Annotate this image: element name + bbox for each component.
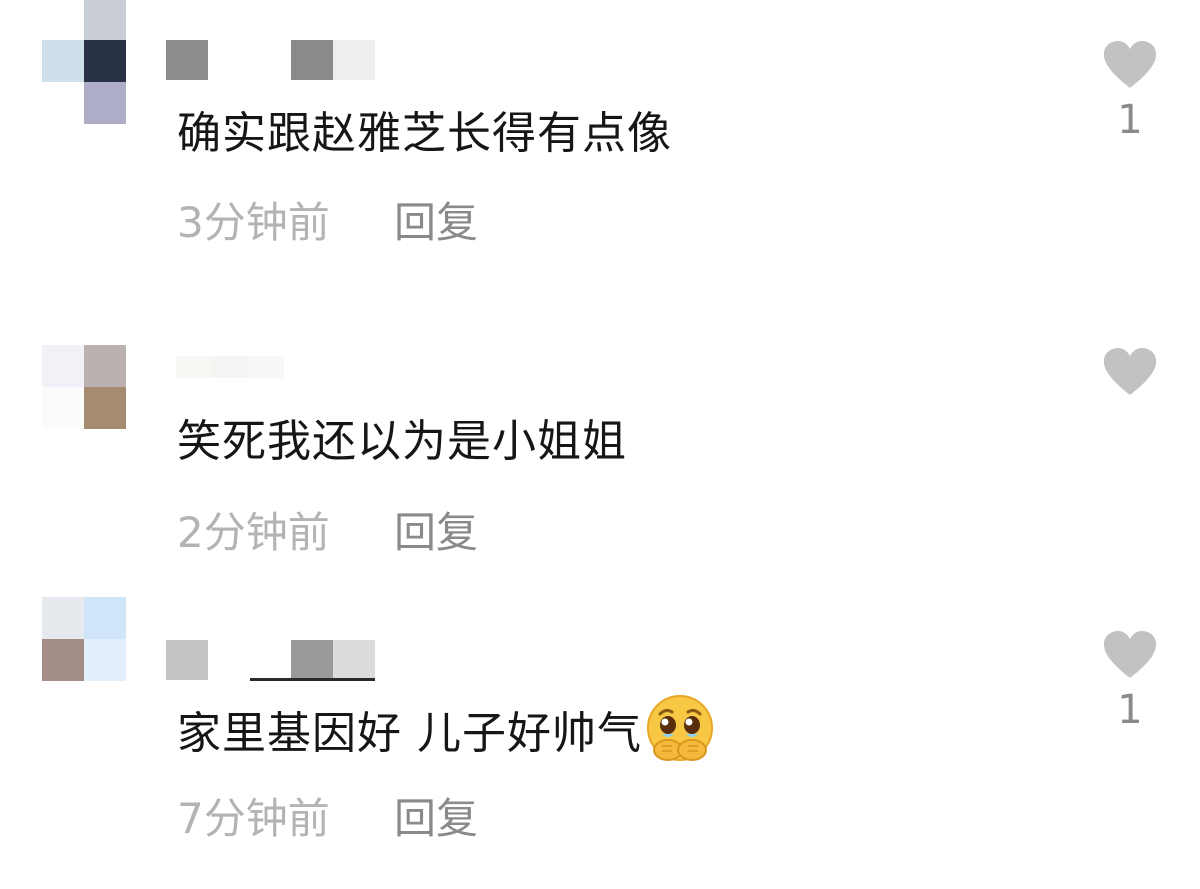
avatar-tile [84,387,126,429]
avatar-tile [42,639,84,681]
username-block [176,356,212,378]
avatar-tile [84,639,126,681]
reply-button[interactable]: 回复 [394,798,478,840]
like-count: 1 [1117,97,1143,143]
comment-meta: 7分钟前 回复 [177,798,478,840]
comment-time: 2分钟前 [177,508,330,557]
username-block [212,356,248,378]
comment-text: 家里基因好 儿子好帅气 [177,695,716,772]
avatar[interactable] [42,345,126,429]
avatar-tile [42,82,84,124]
avatar-tile [42,597,84,639]
username-block [248,356,284,378]
reply-button[interactable]: 回复 [394,202,478,244]
avatar-tile [42,345,84,387]
username-mosaic[interactable] [166,356,286,396]
comment-text: 笑死我还以为是小姐姐 [177,416,627,467]
heart-icon [1103,631,1157,678]
avatar-tile [42,387,84,429]
avatar[interactable] [42,40,126,124]
heart-icon [1103,348,1157,395]
crying-hands-emoji-icon [647,695,713,761]
reply-button[interactable]: 回复 [394,512,478,554]
avatar-tile [84,345,126,387]
heart-icon [1103,41,1157,88]
username-block [166,640,208,680]
username-underline [250,678,375,681]
username-block [333,40,375,80]
avatar-top-strip [84,0,126,40]
like-button[interactable] [1102,347,1158,407]
username-block [166,40,208,80]
avatar-tile [42,40,84,82]
avatar-tile [84,40,126,82]
avatar[interactable] [42,597,126,681]
username-block [291,40,333,80]
like-button[interactable]: 1 [1102,40,1158,140]
username-block [291,640,333,680]
comment-time: 3分钟前 [177,198,330,247]
avatar-tile [84,82,126,124]
like-count: 1 [1117,687,1143,733]
avatar-tile [84,597,126,639]
username-block [333,640,375,680]
comment-meta: 2分钟前 回复 [177,512,478,554]
comment-text: 确实跟赵雅芝长得有点像 [177,108,672,159]
comment-text-content: 家里基因好 儿子好帅气 [177,708,642,759]
comment-time: 7分钟前 [177,794,330,843]
comment-meta: 3分钟前 回复 [177,202,478,244]
like-button[interactable]: 1 [1102,630,1158,730]
username-mosaic[interactable] [166,640,386,681]
username-mosaic[interactable] [166,40,386,80]
